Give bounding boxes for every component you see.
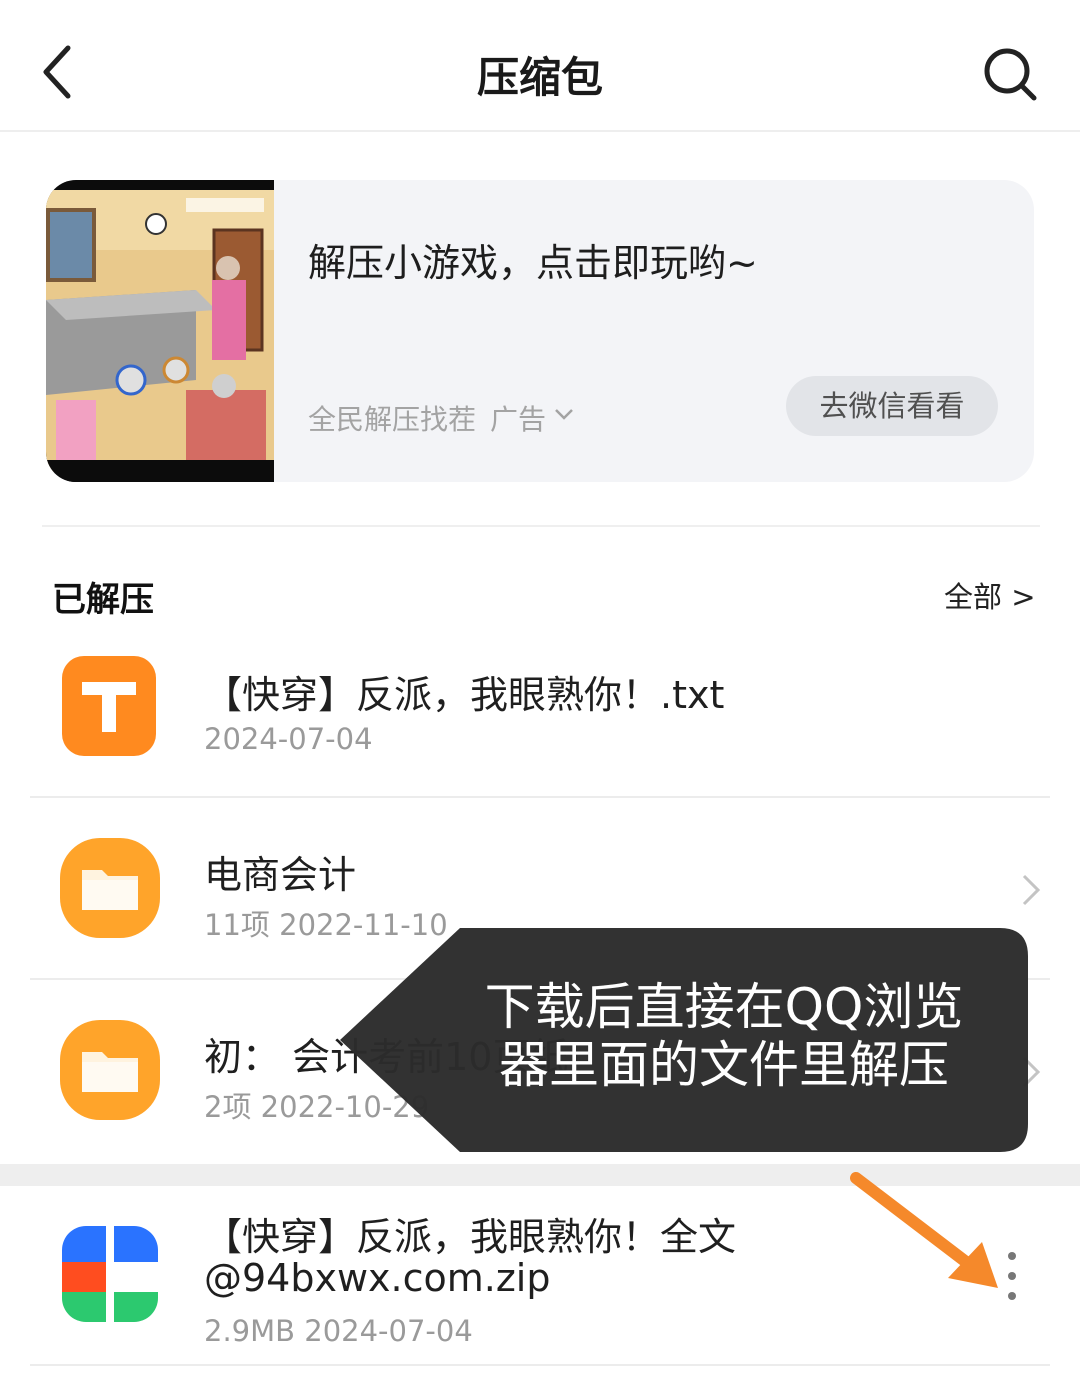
zip-file-icon <box>62 1226 158 1322</box>
pointer-arrow-icon <box>850 1172 998 1288</box>
file-meta: 2.9MB 2024-07-04 <box>204 1314 473 1348</box>
ad-thumbnail-image[interactable] <box>46 180 274 482</box>
callout-text: 下载后直接在QQ浏览 器里面的文件里解压 <box>444 978 1004 1094</box>
divider <box>30 796 1050 798</box>
list-item[interactable]: 【快穿】反派，我眼熟你！.txt 2024-07-04 <box>0 640 1080 798</box>
ad-headline: 解压小游戏，点击即玩哟~ <box>308 241 758 285</box>
file-name: 【快穿】反派，我眼熟你！.txt <box>204 673 725 717</box>
file-name-line1: 【快穿】反派，我眼熟你！全文 <box>204 1215 737 1259</box>
search-icon[interactable] <box>980 44 1040 104</box>
view-all-link[interactable]: 全部 > <box>944 574 1036 616</box>
file-name-line2: @94bxwx.com.zip <box>204 1256 551 1300</box>
chevron-right-icon <box>1022 874 1041 906</box>
ad-label[interactable]: 广告 <box>490 398 546 438</box>
divider <box>30 1364 1050 1366</box>
divider <box>42 525 1040 527</box>
game-scene-illustration <box>46 190 274 482</box>
ad-source-name: 全民解压找茬 <box>308 403 477 436</box>
txt-file-icon <box>62 656 156 756</box>
top-bar: 压缩包 <box>0 0 1080 132</box>
chevron-down-icon[interactable] <box>553 403 575 425</box>
folder-icon <box>60 1020 160 1120</box>
callout-line-1: 下载后直接在QQ浏览 <box>484 978 964 1036</box>
page-title: 压缩包 <box>476 53 603 102</box>
folder-name: 电商会计 <box>204 853 357 897</box>
ad-banner[interactable]: 解压小游戏，点击即玩哟~ 全民解压找茬 广告 去微信看看 <box>46 180 1034 482</box>
instruction-callout: 下载后直接在QQ浏览 器里面的文件里解压 <box>340 928 1028 1152</box>
file-date: 2024-07-04 <box>204 722 373 756</box>
callout-line-2: 器里面的文件里解压 <box>499 1036 949 1094</box>
open-wechat-button[interactable]: 去微信看看 <box>786 376 998 436</box>
section-title: 已解压 <box>52 580 154 620</box>
folder-icon <box>60 838 160 938</box>
